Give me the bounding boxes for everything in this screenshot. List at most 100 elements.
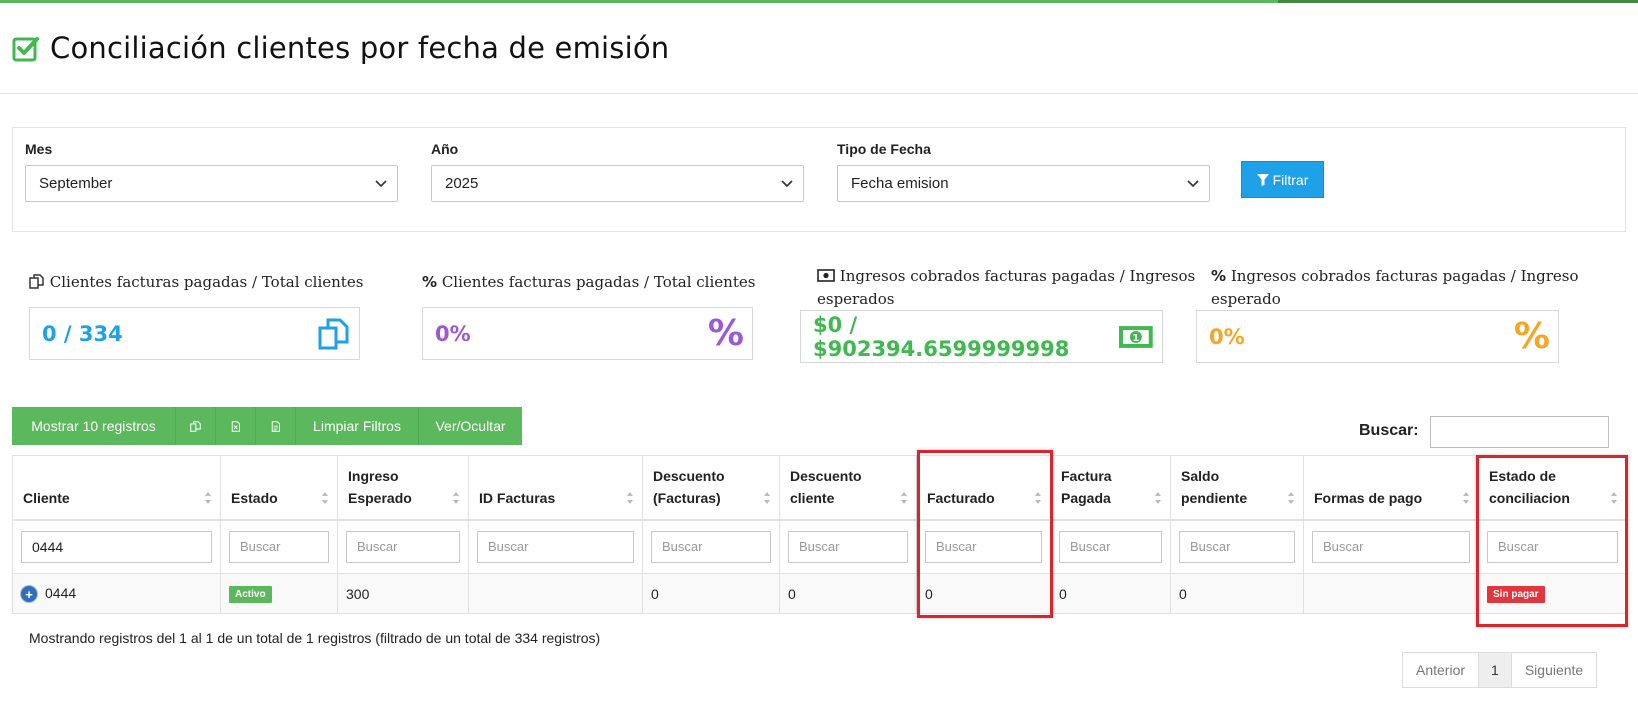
- sort-icon: [627, 491, 633, 504]
- stat-card-value: 0%: [435, 321, 471, 346]
- header-divider: [0, 93, 1638, 94]
- month-select[interactable]: September: [25, 165, 398, 202]
- filter-descuento-cliente-input[interactable]: Buscar: [788, 530, 908, 563]
- filter-button[interactable]: Filtrar: [1241, 161, 1324, 198]
- sort-icon: [1463, 491, 1469, 504]
- checkbox-check-icon: [12, 37, 39, 62]
- pagination-next-button[interactable]: Siguiente: [1512, 653, 1596, 687]
- filter-panel: Mes September Año 2025 Tipo de Fecha Fec…: [12, 127, 1626, 232]
- stat-card-clients-percent: % Clientes facturas pagadas / Total clie…: [422, 271, 756, 360]
- table-row: +0444 Activo 300 0 0 0 0 0 Sin pagar: [12, 573, 1627, 614]
- page-header: Conciliación clientes por fecha de emisi…: [12, 28, 669, 68]
- pagination-page-1[interactable]: 1: [1479, 653, 1512, 687]
- pdf-export-button[interactable]: [256, 407, 296, 445]
- year-select[interactable]: 2025: [431, 165, 804, 202]
- col-header-ingreso-esperado[interactable]: Ingreso Esperado: [337, 455, 469, 521]
- filter-factura-pagada-input[interactable]: Buscar: [1059, 530, 1162, 563]
- stat-card-value: $0 / $902394.6599999998: [813, 312, 1070, 361]
- table-header-row: Cliente Estado Ingreso Esperado ID Factur…: [12, 455, 1627, 521]
- top-accent-bar: [0, 0, 1638, 3]
- filter-id-facturas-input[interactable]: Buscar: [477, 530, 634, 563]
- search-input[interactable]: [1430, 416, 1609, 448]
- col-header-descuento-cliente[interactable]: Descuento cliente: [779, 455, 917, 521]
- reconciliation-table: Cliente Estado Ingreso Esperado ID Factur…: [12, 455, 1627, 614]
- cell-descuento-facturas: 0: [642, 573, 780, 614]
- filter-formas-pago-input[interactable]: Buscar: [1312, 530, 1470, 563]
- copy-icon: [190, 420, 201, 432]
- sort-icon: [764, 491, 770, 504]
- filter-mes-group: Mes September: [25, 141, 398, 202]
- cell-facturado: 0: [916, 573, 1051, 614]
- copy-icon: [318, 318, 349, 349]
- sort-icon: [1155, 491, 1161, 504]
- stat-card-title-line1: Ingresos cobrados facturas pagadas / Ing…: [839, 267, 1196, 285]
- filter-descuento-facturas-input[interactable]: Buscar: [651, 530, 771, 563]
- filter-estado-input[interactable]: Buscar: [229, 530, 329, 563]
- clear-filters-button[interactable]: Limpiar Filtros: [296, 407, 419, 445]
- sort-icon: [205, 491, 211, 504]
- filter-cliente-input[interactable]: 0444: [21, 530, 212, 563]
- chevron-down-icon: [1187, 179, 1199, 187]
- stat-card-title: Clientes facturas pagadas / Total client…: [49, 273, 364, 291]
- stat-card-title: Clientes facturas pagadas / Total client…: [441, 273, 756, 291]
- col-header-estado-conciliacion[interactable]: Estado de conciliacion: [1478, 455, 1627, 521]
- status-badge: Activo: [229, 586, 272, 603]
- filter-saldo-input[interactable]: Buscar: [1179, 530, 1295, 563]
- file-text-icon: [271, 420, 281, 432]
- clear-filters-label: Limpiar Filtros: [313, 418, 401, 434]
- table-toolbar: Mostrar 10 registros Limpiar Filtros Ver…: [12, 407, 522, 445]
- toggle-columns-button[interactable]: Ver/Ocultar: [419, 407, 522, 445]
- filter-ingreso-input[interactable]: Buscar: [346, 530, 460, 563]
- date-type-select-value: Fecha emision: [851, 175, 949, 192]
- toggle-columns-label: Ver/Ocultar: [435, 418, 506, 434]
- filter-anio-group: Año 2025: [431, 141, 804, 202]
- copy-icon: [29, 274, 44, 289]
- page-title: Conciliación clientes por fecha de emisi…: [50, 31, 670, 65]
- col-header-descuento-facturas[interactable]: Descuento (Facturas): [642, 455, 780, 521]
- sort-icon: [322, 491, 328, 504]
- col-header-id-facturas[interactable]: ID Facturas: [468, 455, 643, 521]
- cell-estado-conciliacion: Sin pagar: [1478, 573, 1627, 614]
- show-records-button[interactable]: Mostrar 10 registros: [12, 407, 176, 445]
- col-header-saldo-pendiente[interactable]: Saldo pendiente: [1170, 455, 1304, 521]
- cell-descuento-cliente: 0: [779, 573, 917, 614]
- stat-card-income: Ingresos cobrados facturas pagadas / Ing…: [800, 265, 1196, 363]
- copy-button[interactable]: [176, 407, 216, 445]
- year-select-value: 2025: [445, 175, 479, 192]
- svg-text:1: 1: [1133, 332, 1140, 343]
- excel-file-icon: [231, 420, 241, 432]
- excel-export-button[interactable]: [216, 407, 256, 445]
- stat-card-value: 0%: [1209, 324, 1245, 349]
- date-type-select[interactable]: Fecha emision: [837, 165, 1210, 202]
- reconciliation-status-badge: Sin pagar: [1487, 586, 1545, 603]
- cell-factura-pagada: 0: [1050, 573, 1171, 614]
- sort-icon: [1611, 491, 1617, 504]
- stat-card-value: 0 / 334: [42, 321, 123, 346]
- table-info-text: Mostrando registros del 1 al 1 de un tot…: [29, 630, 601, 646]
- col-header-estado[interactable]: Estado: [220, 455, 338, 521]
- stat-card-income-percent: % Ingresos cobrados facturas pagadas / I…: [1196, 265, 1579, 363]
- month-select-value: September: [39, 175, 113, 192]
- filter-facturado-input[interactable]: Buscar: [925, 530, 1042, 563]
- col-header-cliente[interactable]: Cliente: [12, 455, 221, 521]
- percent-icon: %: [422, 273, 438, 291]
- percent-icon: %: [707, 313, 744, 354]
- cell-saldo-pendiente: 0: [1170, 573, 1304, 614]
- filter-anio-label: Año: [431, 141, 459, 157]
- col-header-factura-pagada[interactable]: Factura Pagada: [1050, 455, 1171, 521]
- expand-row-icon[interactable]: +: [21, 586, 37, 603]
- stat-card-title-line2: esperados: [817, 290, 895, 308]
- filter-estado-conciliacion-input[interactable]: Buscar: [1487, 530, 1618, 563]
- col-header-facturado[interactable]: Facturado: [916, 455, 1051, 521]
- column-filter-row: 0444 Buscar Buscar Buscar Buscar Buscar …: [12, 519, 1627, 574]
- money-bill-icon: 1: [1119, 325, 1154, 348]
- col-header-formas-pago[interactable]: Formas de pago: [1303, 455, 1479, 521]
- cell-formas-pago: [1303, 573, 1479, 614]
- chevron-down-icon: [375, 179, 387, 187]
- stat-card-title-line1: Ingresos cobrados facturas pagadas / Ing…: [1230, 267, 1579, 285]
- chevron-down-icon: [781, 179, 793, 187]
- sort-icon: [1288, 491, 1294, 504]
- filter-tipo-group: Tipo de Fecha Fecha emision: [837, 141, 1210, 202]
- money-bill-icon: [817, 269, 835, 282]
- pagination-prev-button[interactable]: Anterior: [1403, 653, 1480, 687]
